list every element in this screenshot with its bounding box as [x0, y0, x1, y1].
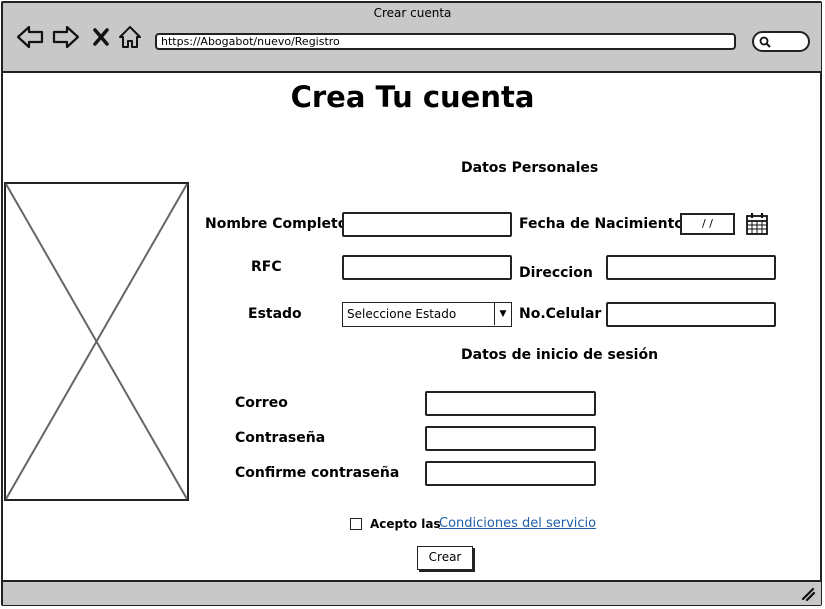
accept-terms-checkbox[interactable] — [350, 518, 362, 530]
accept-terms-label: Acepto las — [370, 517, 441, 531]
home-icon[interactable] — [117, 24, 143, 50]
resize-grip-icon[interactable] — [801, 587, 815, 601]
login-data-heading: Datos de inicio de sesión — [461, 347, 659, 363]
toolbar-divider — [3, 71, 821, 73]
cellphone-input[interactable] — [606, 302, 776, 327]
password-label: Contraseña — [235, 430, 326, 446]
full-name-input[interactable] — [342, 212, 512, 237]
back-arrow-icon[interactable] — [15, 24, 45, 50]
terms-of-service-link[interactable]: Condiciones del servicio — [439, 516, 596, 531]
email-label: Correo — [235, 395, 288, 411]
forward-arrow-icon[interactable] — [51, 24, 81, 50]
confirm-password-label: Confirme contraseña — [235, 465, 400, 481]
search-icon — [759, 36, 771, 48]
rfc-input[interactable] — [342, 255, 512, 280]
close-x-icon[interactable] — [91, 24, 111, 50]
create-account-button[interactable]: Crear — [417, 546, 473, 570]
browser-search-box[interactable] — [752, 31, 810, 52]
full-name-label: Nombre Completo — [205, 216, 348, 232]
address-label: Direccion — [519, 265, 593, 281]
window-title: Crear cuenta — [373, 6, 452, 20]
page-title: Crea Tu cuenta — [290, 80, 535, 114]
email-input[interactable] — [425, 391, 596, 416]
url-input[interactable]: https://Abogabot/nuevo/Registro — [155, 33, 736, 50]
state-select[interactable]: Seleccione Estado ▼ — [342, 302, 512, 327]
state-select-value: Seleccione Estado — [347, 307, 457, 321]
cellphone-label: No.Celular — [519, 306, 602, 322]
password-input[interactable] — [425, 426, 596, 451]
personal-data-heading: Datos Personales — [461, 160, 599, 176]
rfc-label: RFC — [251, 259, 282, 275]
status-bar — [3, 580, 821, 605]
confirm-password-input[interactable] — [425, 461, 596, 486]
address-input[interactable] — [606, 255, 776, 280]
birthdate-input[interactable]: / / — [680, 213, 735, 235]
state-label: Estado — [248, 306, 302, 322]
image-placeholder — [4, 182, 189, 501]
calendar-icon[interactable] — [745, 212, 769, 240]
chevron-down-icon[interactable]: ▼ — [494, 303, 511, 325]
birthdate-label: Fecha de Nacimiento — [519, 216, 684, 232]
